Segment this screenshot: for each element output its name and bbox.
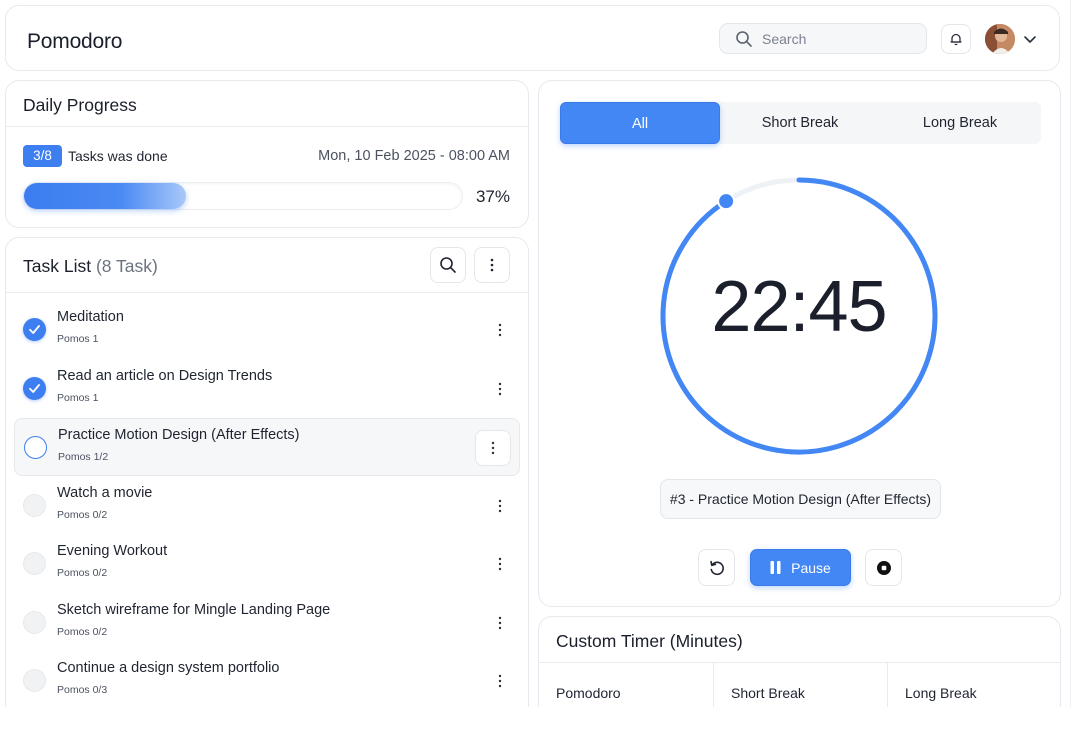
daily-progress-card: Daily Progress 3/8 Tasks was done Mon, 1… (5, 80, 529, 228)
task-row[interactable]: Evening Workout Pomos 0/2 (14, 535, 520, 593)
search-input[interactable] (762, 30, 912, 48)
search-box[interactable] (719, 23, 927, 54)
tasks-count-badge: 3/8 (23, 145, 62, 167)
task-list-more-button[interactable] (474, 247, 510, 283)
task-checkbox[interactable] (23, 552, 46, 575)
task-row[interactable]: Meditation Pomos 1 (14, 301, 520, 359)
more-vertical-icon (498, 323, 502, 337)
custom-timer-card: Custom Timer (Minutes) Pomodoro Short Br… (538, 616, 1061, 718)
task-more-button[interactable] (490, 671, 510, 691)
task-row[interactable]: Sketch wireframe for Mingle Landing Page… (14, 594, 520, 652)
task-more-button[interactable] (490, 613, 510, 633)
search-icon (440, 257, 456, 273)
divider (6, 292, 528, 293)
task-more-button[interactable] (475, 430, 511, 466)
task-name: Practice Motion Design (After Effects) (58, 427, 300, 443)
progress-bar (23, 182, 463, 210)
task-name: Continue a design system portfolio (57, 660, 280, 676)
task-checkbox[interactable] (23, 610, 46, 634)
custom-long-break-label: Long Break (905, 685, 977, 701)
task-checkbox-checked[interactable] (23, 318, 46, 341)
task-row[interactable]: Practice Motion Design (After Effects) Po… (14, 418, 520, 476)
task-pomos: Pomos 0/3 (57, 684, 108, 696)
task-pomos: Pomos 0/2 (57, 567, 108, 579)
reset-icon (709, 560, 724, 575)
checkmark-icon (29, 383, 40, 393)
task-name: Evening Workout (57, 543, 168, 559)
stop-icon (876, 560, 891, 575)
task-name: Meditation (57, 309, 124, 325)
pause-icon (770, 561, 781, 574)
current-task-label: #3 - Practice Motion Design (After Effec… (660, 479, 941, 519)
task-checkbox[interactable] (23, 669, 46, 692)
task-pomos: Pomos 1/2 (58, 451, 109, 463)
tab-all[interactable]: All (560, 102, 720, 144)
tab-long-break[interactable]: Long Break (880, 102, 1040, 144)
task-row[interactable]: Watch a movie Pomos 0/2 (14, 477, 520, 535)
progress-percent: 37% (475, 187, 510, 206)
task-checkbox-checked[interactable] (23, 376, 46, 400)
task-name: Read an article on Design Trends (57, 367, 273, 384)
more-vertical-icon (490, 258, 494, 272)
tasks-done-label: Tasks was done (68, 148, 168, 164)
more-vertical-icon (498, 557, 502, 571)
more-vertical-icon (498, 499, 502, 512)
more-vertical-icon (498, 674, 502, 688)
task-list-title-text: Task List (23, 256, 92, 276)
app-title: Pomodoro (27, 30, 123, 53)
divider (6, 126, 528, 127)
checkmark-icon (29, 325, 40, 334)
task-name: Watch a movie (57, 484, 153, 501)
avatar[interactable] (985, 24, 1015, 54)
task-count: (8 Task) (95, 256, 158, 276)
pause-button[interactable]: Pause (750, 549, 851, 586)
timer-display: 22:45 (711, 267, 887, 347)
custom-pomodoro-label: Pomodoro (556, 685, 621, 701)
daily-progress-title: Daily Progress (23, 95, 137, 115)
chevron-down-icon[interactable] (1022, 31, 1038, 47)
more-vertical-icon (498, 616, 502, 629)
scrollbar-edge (1070, 0, 1071, 707)
timer-card: All Short Break Long Break 22:45 #3 - Pr… (538, 80, 1061, 607)
timer-ring-handle[interactable] (717, 192, 736, 211)
task-list-title: Task List (8 Task) (23, 256, 158, 277)
viewport-bottom (0, 707, 1078, 739)
progress-date: Mon, 10 Feb 2025 - 08:00 AM (318, 148, 510, 164)
task-list-card: Task List (8 Task) Meditation Pomos 1 Read… (5, 237, 529, 717)
search-icon (736, 31, 752, 47)
task-more-button[interactable] (490, 320, 510, 340)
custom-timer-title: Custom Timer (Minutes) (556, 631, 743, 651)
bell-icon (950, 33, 962, 46)
task-name: Sketch wireframe for Mingle Landing Page (57, 601, 331, 618)
task-checkbox[interactable] (23, 493, 46, 517)
task-more-button[interactable] (490, 496, 510, 516)
task-pomos: Pomos 0/2 (57, 508, 108, 521)
progress-bar-fill (24, 183, 187, 209)
stop-button[interactable] (865, 549, 902, 586)
more-vertical-icon (491, 441, 495, 455)
task-row[interactable]: Continue a design system portfolio Pomos … (14, 652, 520, 710)
reset-button[interactable] (698, 549, 735, 586)
tab-short-break[interactable]: Short Break (720, 102, 880, 144)
task-pomos: Pomos 1 (57, 333, 99, 345)
task-checkbox[interactable] (24, 436, 47, 459)
task-more-button[interactable] (490, 554, 510, 574)
more-vertical-icon (498, 382, 502, 395)
task-search-button[interactable] (430, 247, 466, 283)
task-more-button[interactable] (490, 379, 510, 399)
top-bar: Pomodoro (5, 5, 1060, 71)
notifications-button[interactable] (941, 24, 971, 54)
mode-tabs: All Short Break Long Break (560, 102, 1041, 144)
pause-label: Pause (791, 559, 831, 576)
task-pomos: Pomos 0/2 (57, 625, 108, 638)
task-row[interactable]: Read an article on Design Trends Pomos 1 (14, 360, 520, 418)
task-pomos: Pomos 1 (57, 391, 99, 404)
custom-short-break-label: Short Break (731, 685, 805, 701)
avatar-image (985, 24, 1015, 54)
